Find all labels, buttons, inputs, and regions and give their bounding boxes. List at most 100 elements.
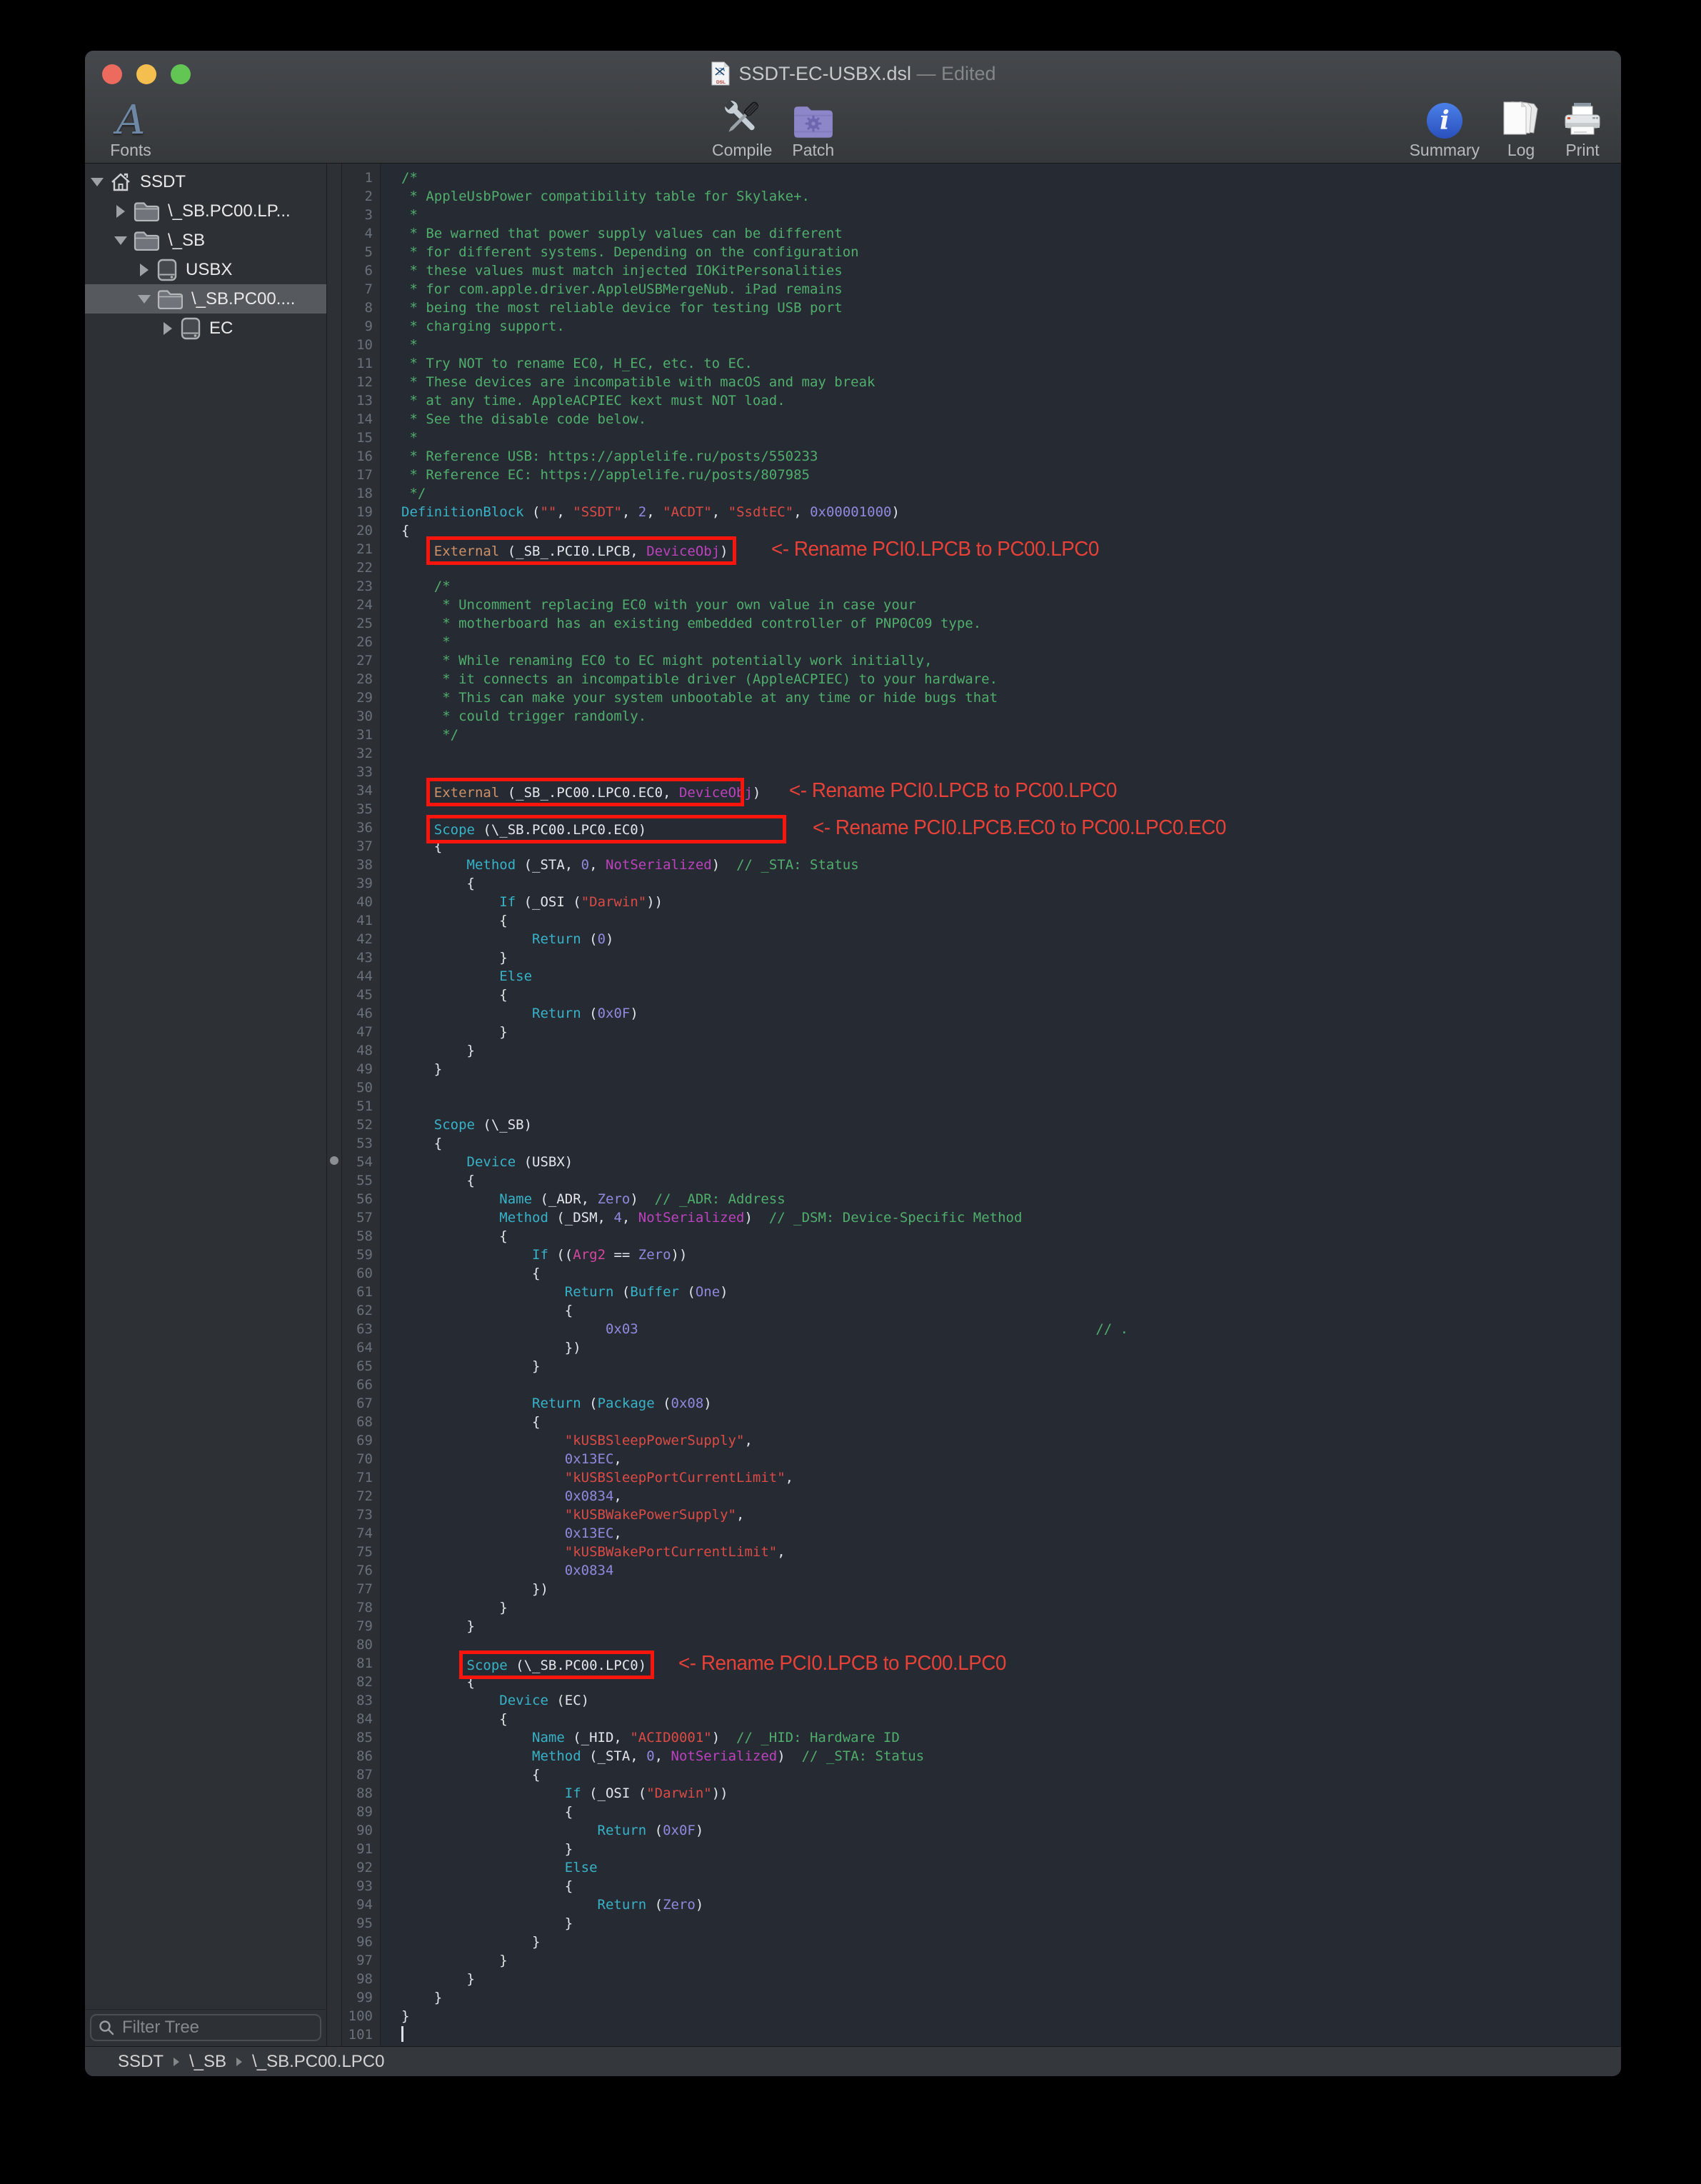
code-line[interactable]: 57 Method (_DSM, 4, NotSerialized) // _D… (342, 1208, 1621, 1227)
patch-button[interactable]: Patch (792, 95, 834, 160)
code-line[interactable]: 53 { (342, 1134, 1621, 1153)
code-line[interactable]: 62 { (342, 1301, 1621, 1320)
code-line[interactable]: 25 * motherboard has an existing embedde… (342, 614, 1621, 633)
code-line[interactable]: 84 { (342, 1710, 1621, 1728)
chevron-right-icon[interactable] (137, 264, 151, 276)
code-line[interactable]: 41 { (342, 911, 1621, 930)
chevron-right-icon[interactable] (114, 205, 128, 218)
code-line[interactable]: 69 "kUSBSleepPowerSupply", (342, 1431, 1621, 1450)
code-line[interactable]: 13 * at any time. AppleACPIEC kext must … (342, 391, 1621, 410)
code-line[interactable]: 95 } (342, 1914, 1621, 1933)
code-line[interactable]: 64 }) (342, 1338, 1621, 1357)
code-line[interactable]: 55 { (342, 1171, 1621, 1190)
code-line[interactable]: 24 * Uncomment replacing EC0 with your o… (342, 596, 1621, 614)
close-button[interactable] (102, 64, 122, 84)
breadcrumb-item[interactable]: \_SB (189, 2052, 226, 2072)
code-line[interactable]: 22 (342, 558, 1621, 577)
code-line[interactable]: 6 * these values must match injected IOK… (342, 261, 1621, 280)
code-line[interactable]: 87 { (342, 1765, 1621, 1784)
code-line[interactable]: 5 * for different systems. Depending on … (342, 243, 1621, 261)
code-line[interactable]: 101 (342, 2025, 1621, 2044)
code-line[interactable]: 8 * being the most reliable device for t… (342, 299, 1621, 317)
sidebar-tree[interactable]: SSDT\_SB.PC00.LP...\_SBUSBX\_SB.PC00....… (85, 164, 326, 2009)
filter-input[interactable] (121, 2017, 313, 2038)
code-line[interactable]: 7 * for com.apple.driver.AppleUSBMergeNu… (342, 280, 1621, 299)
code-line[interactable]: 48 } (342, 1041, 1621, 1060)
log-button[interactable]: Log (1501, 95, 1541, 160)
code-line[interactable]: 38 Method (_STA, 0, NotSerialized) // _S… (342, 856, 1621, 874)
code-line[interactable]: 59 If ((Arg2 == Zero)) (342, 1246, 1621, 1264)
chevron-down-icon[interactable] (114, 236, 128, 245)
code-editor[interactable]: 1/*2 * AppleUsbPower compatibility table… (342, 164, 1621, 2046)
code-line[interactable]: 44 Else (342, 967, 1621, 986)
code-line[interactable]: 72 0x0834, (342, 1487, 1621, 1506)
code-line[interactable]: 49 } (342, 1060, 1621, 1078)
summary-button[interactable]: i Summary (1410, 95, 1480, 160)
breadcrumb-item[interactable]: \_SB.PC00.LPC0 (252, 2052, 384, 2072)
chevron-down-icon[interactable] (137, 295, 151, 304)
sidebar-item-ec[interactable]: EC (85, 314, 326, 343)
sidebar-item-sbpc00[interactable]: \_SB.PC00.... (85, 284, 326, 314)
code-line[interactable]: 86 Method (_STA, 0, NotSerialized) // _S… (342, 1747, 1621, 1765)
sidebar-item-sbpc00lp[interactable]: \_SB.PC00.LP... (85, 196, 326, 226)
code-line[interactable]: 76 0x0834 (342, 1561, 1621, 1580)
code-line[interactable]: 68 { (342, 1413, 1621, 1431)
code-line[interactable]: 50 (342, 1078, 1621, 1097)
minimize-button[interactable] (136, 64, 156, 84)
zoom-button[interactable] (171, 64, 191, 84)
code-line[interactable]: 94 Return (Zero) (342, 1895, 1621, 1914)
code-line[interactable]: 10 * (342, 336, 1621, 354)
code-line[interactable]: 56 Name (_ADR, Zero) // _ADR: Address (342, 1190, 1621, 1208)
code-line[interactable]: 42 Return (0) (342, 930, 1621, 948)
code-line[interactable]: 27 * While renaming EC0 to EC might pote… (342, 651, 1621, 670)
code-line[interactable]: 29 * This can make your system unbootabl… (342, 688, 1621, 707)
pane-splitter[interactable] (327, 164, 342, 2046)
code-line[interactable]: 67 Return (Package (0x08) (342, 1394, 1621, 1413)
code-line[interactable]: 17 * Reference EC: https://applelife.ru/… (342, 466, 1621, 484)
code-line[interactable]: 1/* (342, 169, 1621, 187)
code-line[interactable]: 83 Device (EC) (342, 1691, 1621, 1710)
code-line[interactable]: 81 Scope (\_SB.PC00.LPC0)<- Rename PCI0.… (342, 1654, 1621, 1673)
fonts-button[interactable]: A Fonts (95, 95, 166, 160)
print-button[interactable]: Print (1562, 95, 1602, 160)
code-line[interactable]: 28 * it connects an incompatible driver … (342, 670, 1621, 688)
code-line[interactable]: 98 } (342, 1970, 1621, 1988)
code-line[interactable]: 71 "kUSBSleepPortCurrentLimit", (342, 1468, 1621, 1487)
code-line[interactable]: 99 } (342, 1988, 1621, 2007)
code-line[interactable]: 46 Return (0x0F) (342, 1004, 1621, 1023)
code-line[interactable]: 40 If (_OSI ("Darwin")) (342, 893, 1621, 911)
code-line[interactable]: 88 If (_OSI ("Darwin")) (342, 1784, 1621, 1803)
code-line[interactable]: 30 * could trigger randomly. (342, 707, 1621, 726)
code-line[interactable]: 97 } (342, 1951, 1621, 1970)
code-line[interactable]: 2 * AppleUsbPower compatibility table fo… (342, 187, 1621, 206)
code-line[interactable]: 91 } (342, 1840, 1621, 1858)
code-line[interactable]: 70 0x13EC, (342, 1450, 1621, 1468)
code-line[interactable]: 60 { (342, 1264, 1621, 1283)
code-line[interactable]: 39 { (342, 874, 1621, 893)
splitter-handle-icon[interactable] (330, 1156, 338, 1165)
code-line[interactable]: 31 */ (342, 726, 1621, 744)
code-line[interactable]: 66 (342, 1376, 1621, 1394)
code-line[interactable]: 18 */ (342, 484, 1621, 503)
code-line[interactable]: 77 }) (342, 1580, 1621, 1598)
code-line[interactable]: 16 * Reference USB: https://applelife.ru… (342, 447, 1621, 466)
code-line[interactable]: 74 0x13EC, (342, 1524, 1621, 1543)
code-line[interactable]: 75 "kUSBWakePortCurrentLimit", (342, 1543, 1621, 1561)
code-line[interactable]: 96 } (342, 1933, 1621, 1951)
filter-field[interactable] (90, 2014, 321, 2041)
code-line[interactable]: 54 Device (USBX) (342, 1153, 1621, 1171)
breadcrumb-item[interactable]: SSDT (118, 2052, 164, 2072)
code-line[interactable]: 65 } (342, 1357, 1621, 1376)
code-line[interactable]: 34 External (_SB_.PC00.LPC0.EC0, DeviceO… (342, 781, 1621, 800)
compile-button[interactable]: Compile (712, 95, 772, 160)
code-line[interactable]: 14 * See the disable code below. (342, 410, 1621, 429)
sidebar-item-ssdt[interactable]: SSDT (85, 167, 326, 196)
code-line[interactable]: 82 { (342, 1673, 1621, 1691)
code-line[interactable]: 58 { (342, 1227, 1621, 1246)
code-line[interactable]: 90 Return (0x0F) (342, 1821, 1621, 1840)
code-line[interactable]: 78 } (342, 1598, 1621, 1617)
code-line[interactable]: 36 Scope (\_SB.PC00.LPC0.EC0)<- Rename P… (342, 818, 1621, 837)
chevron-down-icon[interactable] (90, 178, 104, 186)
code-line[interactable]: 51 (342, 1097, 1621, 1116)
code-line[interactable]: 100} (342, 2007, 1621, 2025)
